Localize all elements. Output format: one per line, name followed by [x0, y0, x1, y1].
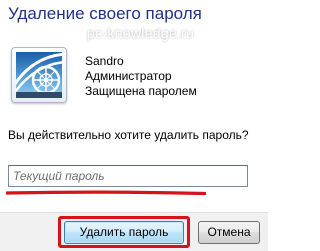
user-role: Администратор: [85, 69, 172, 83]
user-status: Защищена паролем: [85, 84, 197, 98]
watermark: pc-knowledge.ru: [87, 25, 195, 41]
cancel-button[interactable]: Отмена: [198, 221, 260, 244]
user-name: Sandro: [85, 54, 124, 68]
dialog-title: Удаление своего пароля: [8, 4, 202, 23]
confirmation-question: Вы действительно хотите удалить пароль?: [8, 128, 249, 142]
red-underline-annotation: [6, 190, 206, 196]
user-avatar-icon: [16, 52, 62, 98]
remove-password-dialog: Удаление своего пароля pc-knowledge.ru S…: [0, 0, 268, 251]
remove-password-button[interactable]: Удалить пароль: [64, 221, 184, 244]
user-info: Sandro Администратор Защищена паролем: [85, 54, 197, 99]
avatar: [11, 47, 67, 103]
current-password-input[interactable]: [8, 165, 248, 187]
